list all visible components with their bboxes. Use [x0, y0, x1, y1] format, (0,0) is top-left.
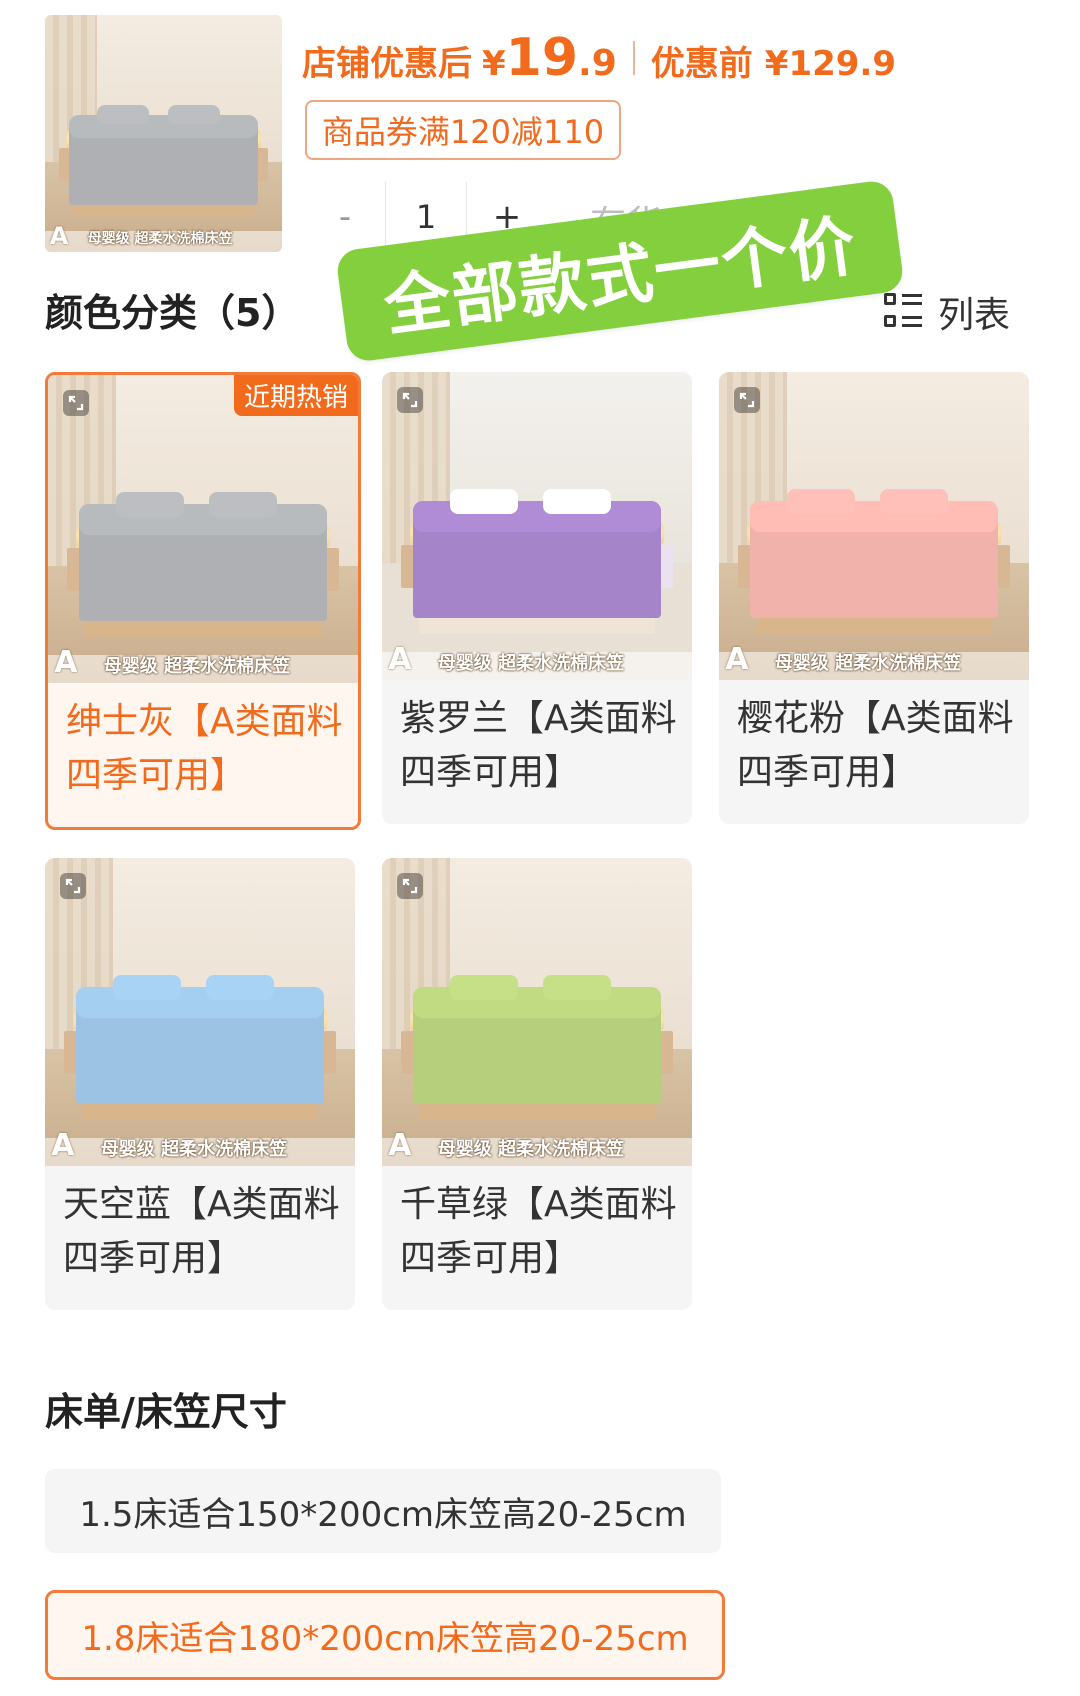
after-discount-price-integer: 19: [505, 28, 579, 88]
before-discount-label: 优惠前: [650, 44, 753, 84]
list-icon: [884, 293, 922, 331]
color-option-blue[interactable]: A 母婴级 超柔水洗棉床笠 天空蓝【A类面料 四季可用】: [45, 858, 355, 1310]
after-discount-price-decimal: .9: [578, 43, 617, 84]
image-banner-text: 母婴级 超柔水洗棉床笠: [437, 1139, 625, 1161]
color-option-label: 樱花粉【A类面料 四季可用】: [737, 698, 1014, 793]
color-option-image: A 母婴级 超柔水洗棉床笠: [719, 372, 1029, 680]
quantity-minus-button[interactable]: -: [305, 182, 385, 252]
grade-a-badge: A: [49, 221, 69, 250]
hot-sale-tag: 近期热销: [233, 375, 358, 416]
after-discount-label: 店铺优惠后: [302, 44, 472, 84]
before-discount-price: ¥129.9: [764, 44, 896, 84]
size-section-title: 床单/床笠尺寸: [45, 1390, 287, 1434]
color-option-image: A 母婴级 超柔水洗棉床笠: [48, 375, 358, 683]
grade-a-badge: A: [725, 641, 749, 677]
color-option-label: 紫罗兰【A类面料 四季可用】: [400, 698, 677, 793]
price-row: 店铺优惠后 ¥ 19 .9 优惠前 ¥129.9: [302, 28, 896, 88]
list-view-toggle[interactable]: 列表: [884, 286, 1010, 338]
grade-a-badge: A: [51, 1127, 75, 1163]
image-banner-text: 母婴级 超柔水洗棉床笠: [87, 231, 233, 248]
expand-icon[interactable]: [62, 389, 90, 417]
coupon-tag[interactable]: 商品券满120减110: [305, 100, 621, 160]
color-option-image: A 母婴级 超柔水洗棉床笠: [382, 372, 692, 680]
color-option-image: A 母婴级 超柔水洗棉床笠: [45, 858, 355, 1166]
list-view-label: 列表: [938, 295, 1011, 336]
currency-symbol: ¥: [482, 44, 506, 84]
color-option-label: 天空蓝【A类面料 四季可用】: [63, 1184, 340, 1279]
expand-icon[interactable]: [733, 386, 761, 414]
grade-a-badge: A: [388, 1127, 412, 1163]
color-option-green[interactable]: A 母婴级 超柔水洗棉床笠 千草绿【A类面料 四季可用】: [382, 858, 692, 1310]
main-product-image[interactable]: A 母婴级 超柔水洗棉床笠: [45, 15, 282, 252]
grade-a-badge: A: [54, 644, 78, 680]
price-divider: [632, 41, 635, 75]
image-banner-text: 母婴级 超柔水洗棉床笠: [437, 653, 625, 675]
expand-icon[interactable]: [396, 872, 424, 900]
color-option-label: 千草绿【A类面料 四季可用】: [400, 1184, 677, 1279]
color-option-gray[interactable]: 近期热销 A 母婴级 超柔水洗棉床笠 绅士灰【A类面料 四季可用】: [45, 372, 361, 830]
pillow-left: [97, 105, 150, 125]
image-banner-text: 母婴级 超柔水洗棉床笠: [103, 656, 291, 678]
pillow-right: [168, 105, 221, 125]
expand-icon[interactable]: [59, 872, 87, 900]
grade-a-badge: A: [388, 641, 412, 677]
color-option-label: 绅士灰【A类面料 四季可用】: [66, 701, 343, 796]
color-option-pink[interactable]: A 母婴级 超柔水洗棉床笠 樱花粉【A类面料 四季可用】: [719, 372, 1029, 824]
expand-icon[interactable]: [396, 386, 424, 414]
size-option-1-5m[interactable]: 1.5床适合150*200cm床笠高20-25cm: [45, 1469, 721, 1553]
bed-frame: [73, 204, 254, 217]
color-section-title: 颜色分类（5）: [45, 291, 300, 335]
color-option-violet[interactable]: A 母婴级 超柔水洗棉床笠 紫罗兰【A类面料 四季可用】: [382, 372, 692, 824]
size-option-1-8m[interactable]: 1.8床适合180*200cm床笠高20-25cm: [45, 1590, 725, 1680]
image-banner-text: 母婴级 超柔水洗棉床笠: [774, 653, 962, 675]
image-banner-text: 母婴级 超柔水洗棉床笠: [100, 1139, 288, 1161]
color-option-image: A 母婴级 超柔水洗棉床笠: [382, 858, 692, 1166]
